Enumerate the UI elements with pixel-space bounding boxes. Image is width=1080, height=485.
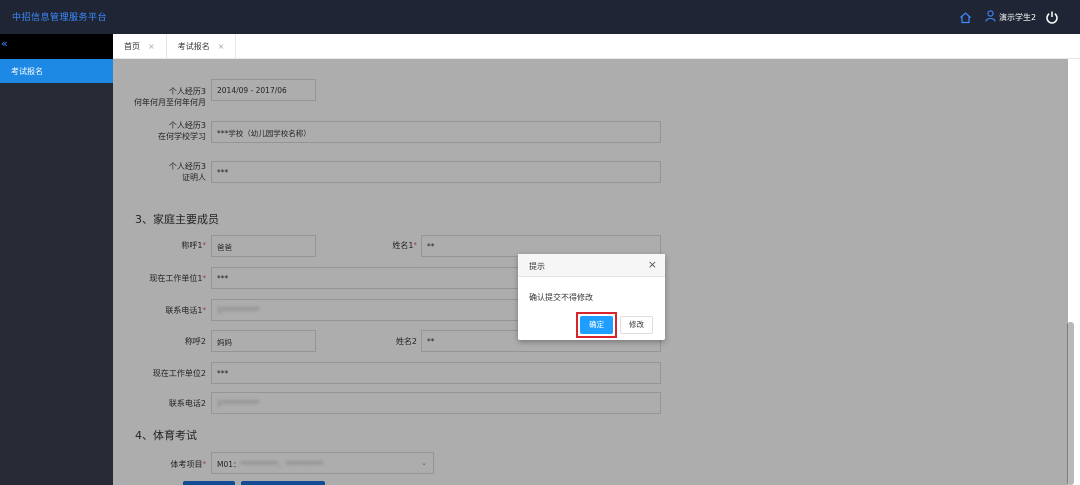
close-icon[interactable]: × bbox=[648, 258, 657, 271]
power-icon[interactable] bbox=[1045, 10, 1059, 24]
home-icon[interactable] bbox=[959, 11, 972, 24]
tab-home[interactable]: 首页 × bbox=[113, 34, 167, 59]
app-title: 中招信息管理服务平台 bbox=[12, 13, 108, 23]
tab-label: 考试报名 bbox=[177, 42, 210, 51]
confirm-button[interactable]: 确定 bbox=[580, 316, 613, 334]
dialog-header: 提示 × bbox=[518, 254, 665, 277]
sidebar-collapse-row: « bbox=[0, 34, 113, 59]
close-icon[interactable]: × bbox=[148, 42, 155, 51]
scrollbar[interactable] bbox=[1067, 322, 1074, 485]
user-name: 演示学生2 bbox=[999, 12, 1037, 22]
close-icon[interactable]: × bbox=[218, 42, 225, 51]
dialog-message: 确认提交不得修改 bbox=[529, 293, 593, 302]
tab-bar: 首页 × 考试报名 × bbox=[113, 34, 1080, 59]
modify-button[interactable]: 修改 bbox=[620, 316, 653, 334]
collapse-icon[interactable]: « bbox=[1, 37, 8, 50]
user-icon bbox=[985, 10, 996, 24]
sidebar-item-exam-registration[interactable]: 考试报名 bbox=[0, 59, 113, 83]
sidebar-item-label: 考试报名 bbox=[11, 67, 43, 76]
top-bar: 中招信息管理服务平台 演示学生2 bbox=[0, 0, 1080, 34]
tab-label: 首页 bbox=[124, 42, 140, 51]
dialog-title: 提示 bbox=[529, 262, 545, 271]
user-menu[interactable]: 演示学生2 bbox=[985, 10, 1036, 24]
tab-exam-registration[interactable]: 考试报名 × bbox=[167, 34, 237, 59]
sidebar: « 考试报名 bbox=[0, 34, 113, 485]
